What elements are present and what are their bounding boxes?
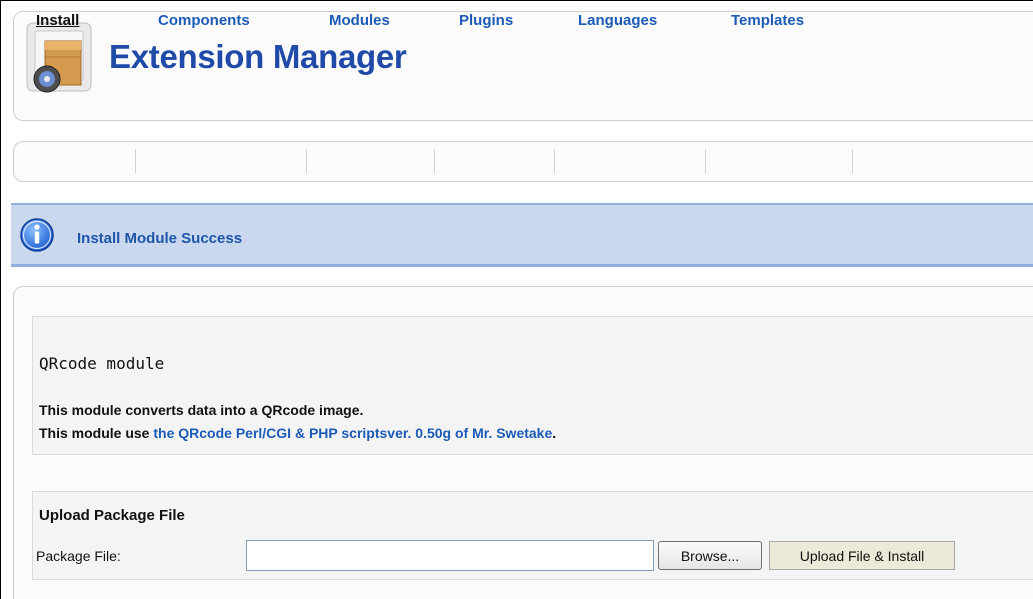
tab-plugins[interactable]: Plugins <box>459 12 513 29</box>
tab-modules[interactable]: Modules <box>329 12 390 29</box>
tab-languages[interactable]: Languages <box>578 12 657 29</box>
tab-install[interactable]: Install <box>36 12 79 29</box>
tab-bar <box>13 141 1033 182</box>
tab-separator <box>306 149 307 173</box>
package-file-input[interactable] <box>246 540 654 571</box>
credit-suffix: . <box>552 425 557 441</box>
tab-separator <box>135 149 136 173</box>
extension-manager-page: Extension Manager Install Components Mod… <box>0 0 1033 599</box>
credit-prefix: This module use <box>39 425 154 441</box>
browse-button[interactable]: Browse... <box>658 541 762 570</box>
success-message: Install Module Success <box>77 230 243 247</box>
tab-separator <box>434 149 435 173</box>
module-description-line: This module converts data into a QRcode … <box>39 402 364 418</box>
module-title: QRcode module <box>39 354 165 373</box>
tab-templates[interactable]: Templates <box>731 12 804 29</box>
qrcode-script-link[interactable]: the QRcode Perl/CGI & PHP scriptsver. 0.… <box>153 425 552 441</box>
info-icon <box>20 218 54 252</box>
upload-section-title: Upload Package File <box>39 507 185 524</box>
package-file-label: Package File: <box>36 548 121 564</box>
system-message-bar: Install Module Success <box>11 203 1033 267</box>
tab-separator <box>705 149 706 173</box>
upload-install-button[interactable]: Upload File & Install <box>769 541 955 570</box>
tab-components[interactable]: Components <box>158 12 250 29</box>
page-title: Extension Manager <box>109 38 407 75</box>
tab-separator <box>852 149 853 173</box>
tab-separator <box>554 149 555 173</box>
extension-box-disc-icon <box>26 22 92 93</box>
module-credit-line: This module use the QRcode Perl/CGI & PH… <box>39 425 556 441</box>
